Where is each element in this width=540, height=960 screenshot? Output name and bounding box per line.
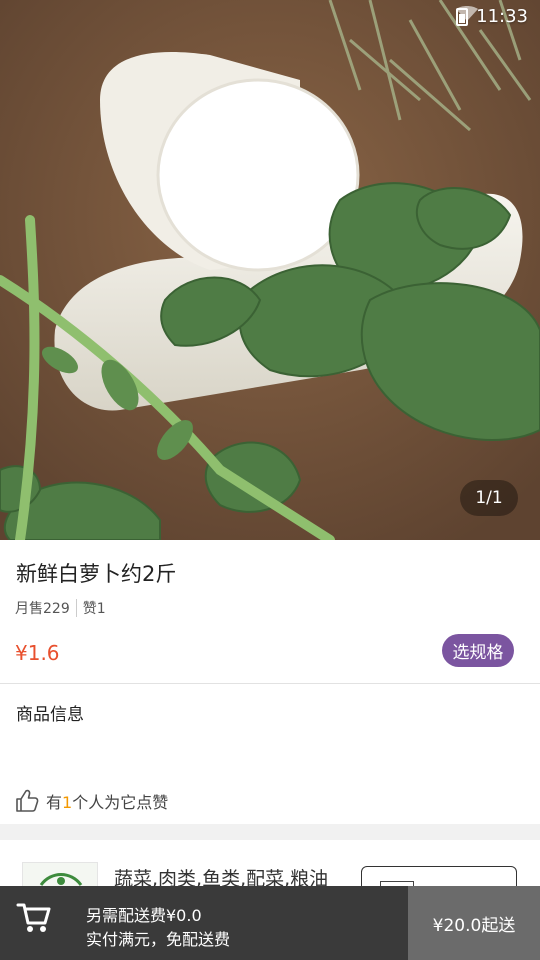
- product-price: ¥1.6: [15, 641, 60, 665]
- meta-divider: [75, 599, 77, 617]
- thumbs-up-icon[interactable]: [14, 788, 40, 814]
- likes-text: 有1个人为它点赞: [46, 789, 168, 813]
- product-image[interactable]: 11:33 1/1: [0, 0, 540, 540]
- image-pager: 1/1: [460, 480, 518, 516]
- delivery-fee-text: 另需配送费¥0.0: [86, 906, 202, 925]
- product-meta: 月售229 赞1: [15, 598, 106, 618]
- shopping-cart-icon[interactable]: [14, 896, 54, 936]
- select-spec-button[interactable]: 选规格: [442, 634, 514, 667]
- section-separator: [0, 824, 540, 840]
- like-row[interactable]: 有1个人为它点赞: [14, 788, 168, 814]
- battery-icon: [456, 7, 469, 26]
- likes-number: 1: [62, 793, 73, 812]
- product-info-title: 商品信息: [16, 705, 84, 725]
- likes-suffix: 个人为它点赞: [72, 793, 169, 812]
- status-bar: 11:33: [456, 6, 528, 27]
- section-divider: [0, 683, 540, 684]
- free-delivery-text: 实付满元，免配送费: [86, 930, 231, 949]
- likes-count-label: 赞1: [82, 601, 106, 617]
- minimum-order-button[interactable]: ¥20.0起送: [408, 886, 540, 960]
- status-time: 11:33: [476, 6, 528, 27]
- radish-photo: [0, 0, 540, 540]
- product-title: 新鲜白萝卜约2斤: [16, 562, 177, 586]
- bottom-cart-bar: 另需配送费¥0.0 实付满元，免配送费 ¥20.0起送: [0, 886, 540, 960]
- monthly-sales: 月售229: [15, 601, 70, 617]
- likes-prefix: 有: [46, 793, 63, 812]
